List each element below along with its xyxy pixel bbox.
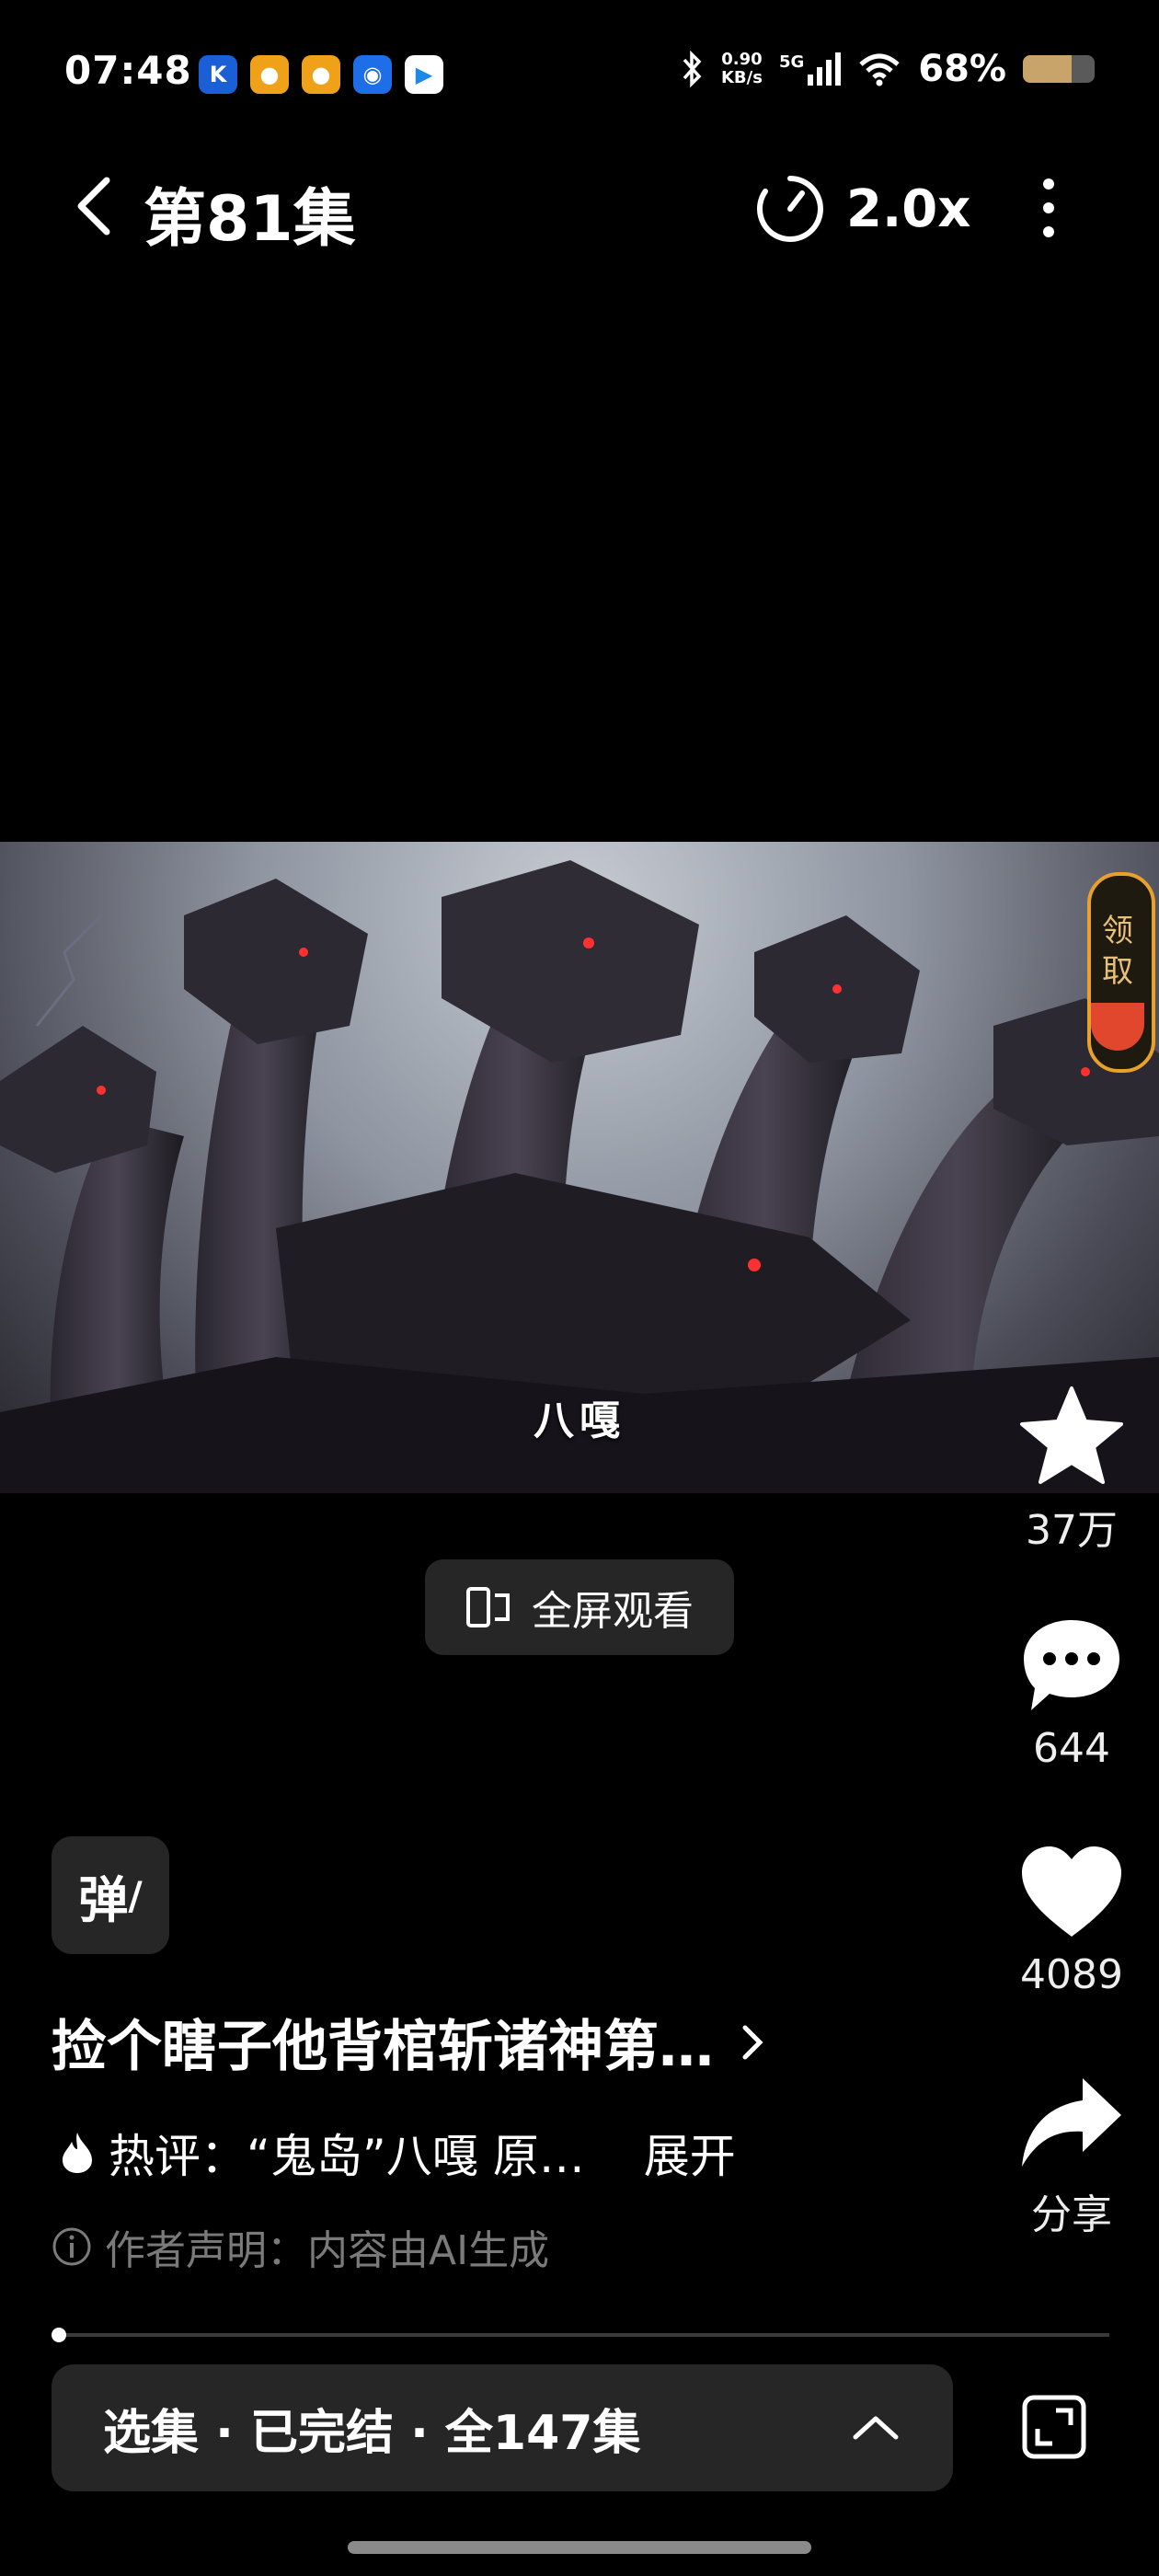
more-options-button[interactable]	[1030, 175, 1067, 241]
battery-percent: 68%	[918, 48, 1006, 90]
comment-action[interactable]: 644	[998, 1615, 1145, 1772]
net-speed-unit: KB/s	[720, 68, 763, 87]
cell-signal-icon: 5G	[778, 52, 842, 86]
hot-comment[interactable]: 热评：“鬼岛”八嘎 原… 展开	[59, 2120, 736, 2186]
status-right: 0.90 KB/s 5G 68%	[681, 48, 1095, 90]
net-speed-value: 0.90	[721, 50, 763, 69]
fullscreen-button[interactable]: 全屏观看	[425, 1559, 734, 1655]
qq-browser-icon: ◉	[353, 55, 392, 94]
playback-speed-button[interactable]: 2.0x	[754, 173, 970, 245]
like-action[interactable]: 4089	[998, 1845, 1145, 1998]
share-action[interactable]: 分享	[998, 2075, 1145, 2240]
comment-count: 644	[1033, 1725, 1110, 1772]
comment-bubble-icon	[1024, 1620, 1119, 1710]
playback-speed-label: 2.0x	[846, 178, 971, 239]
danmaku-toggle-button[interactable]: 弹 /	[52, 1836, 169, 1954]
speed-dial-icon	[757, 176, 823, 242]
net-speed: 0.90 KB/s	[721, 51, 763, 87]
heart-icon	[1022, 1846, 1121, 1937]
k-app-icon: K	[199, 55, 237, 94]
progress-thumb[interactable]	[52, 2328, 66, 2342]
battery-icon	[1023, 55, 1095, 83]
back-button[interactable]	[66, 173, 121, 239]
status-time: 07:48	[64, 48, 192, 93]
video-progress-bar[interactable]	[52, 2328, 1109, 2342]
minimize-player-button[interactable]	[1019, 2392, 1089, 2462]
expand-button[interactable]: 展开	[644, 2120, 736, 2186]
episode-selector-bar[interactable]: 选集 · 已完结 · 全147集	[52, 2364, 953, 2491]
weibo-icon: ●	[250, 55, 289, 94]
weibo-icon: ●	[302, 55, 340, 94]
rotate-screen-icon	[466, 1587, 510, 1627]
video-app-icon: ▶	[405, 55, 443, 94]
danmaku-label: 弹	[78, 1870, 129, 1929]
star-icon	[1020, 1386, 1123, 1484]
network-type: 5G	[778, 52, 805, 72]
flame-icon	[63, 2133, 92, 2173]
chevron-right-icon	[742, 2025, 763, 2059]
like-count: 4089	[1020, 1951, 1123, 1998]
wifi-icon	[859, 53, 900, 86]
bluetooth-icon	[683, 51, 702, 87]
pen-slash-icon: /	[128, 1872, 143, 1918]
info-icon	[52, 2227, 91, 2266]
series-title-link[interactable]: 捡个瞎子他背棺斩诸神第…	[52, 2002, 765, 2082]
episode-selector-label: 选集 · 已完结 · 全147集	[103, 2405, 641, 2461]
share-arrow-icon	[1022, 2078, 1121, 2167]
reward-label: 领取	[1102, 913, 1133, 990]
favorite-action[interactable]: 37万	[998, 1385, 1145, 1556]
favorite-count: 37万	[1026, 1507, 1118, 1554]
share-label: 分享	[1031, 2191, 1112, 2238]
chevron-up-icon	[853, 2416, 899, 2440]
home-indicator[interactable]	[348, 2541, 811, 2554]
disclaimer-text: 作者声明：内容由AI生成	[105, 2227, 550, 2274]
battery-fill	[1023, 55, 1073, 83]
episode-title: 第81集	[143, 183, 356, 256]
fullscreen-label: 全屏观看	[532, 1588, 694, 1635]
hot-comment-text: 热评：“鬼岛”八嘎 原…	[109, 2130, 585, 2183]
author-disclaimer: 作者声明：内容由AI生成	[52, 2217, 549, 2276]
video-subtitle: 八嘎	[534, 1397, 625, 1444]
series-title: 捡个瞎子他背棺斩诸神第…	[52, 2015, 714, 2079]
notification-icons: K ● ● ◉ ▶	[199, 55, 443, 94]
